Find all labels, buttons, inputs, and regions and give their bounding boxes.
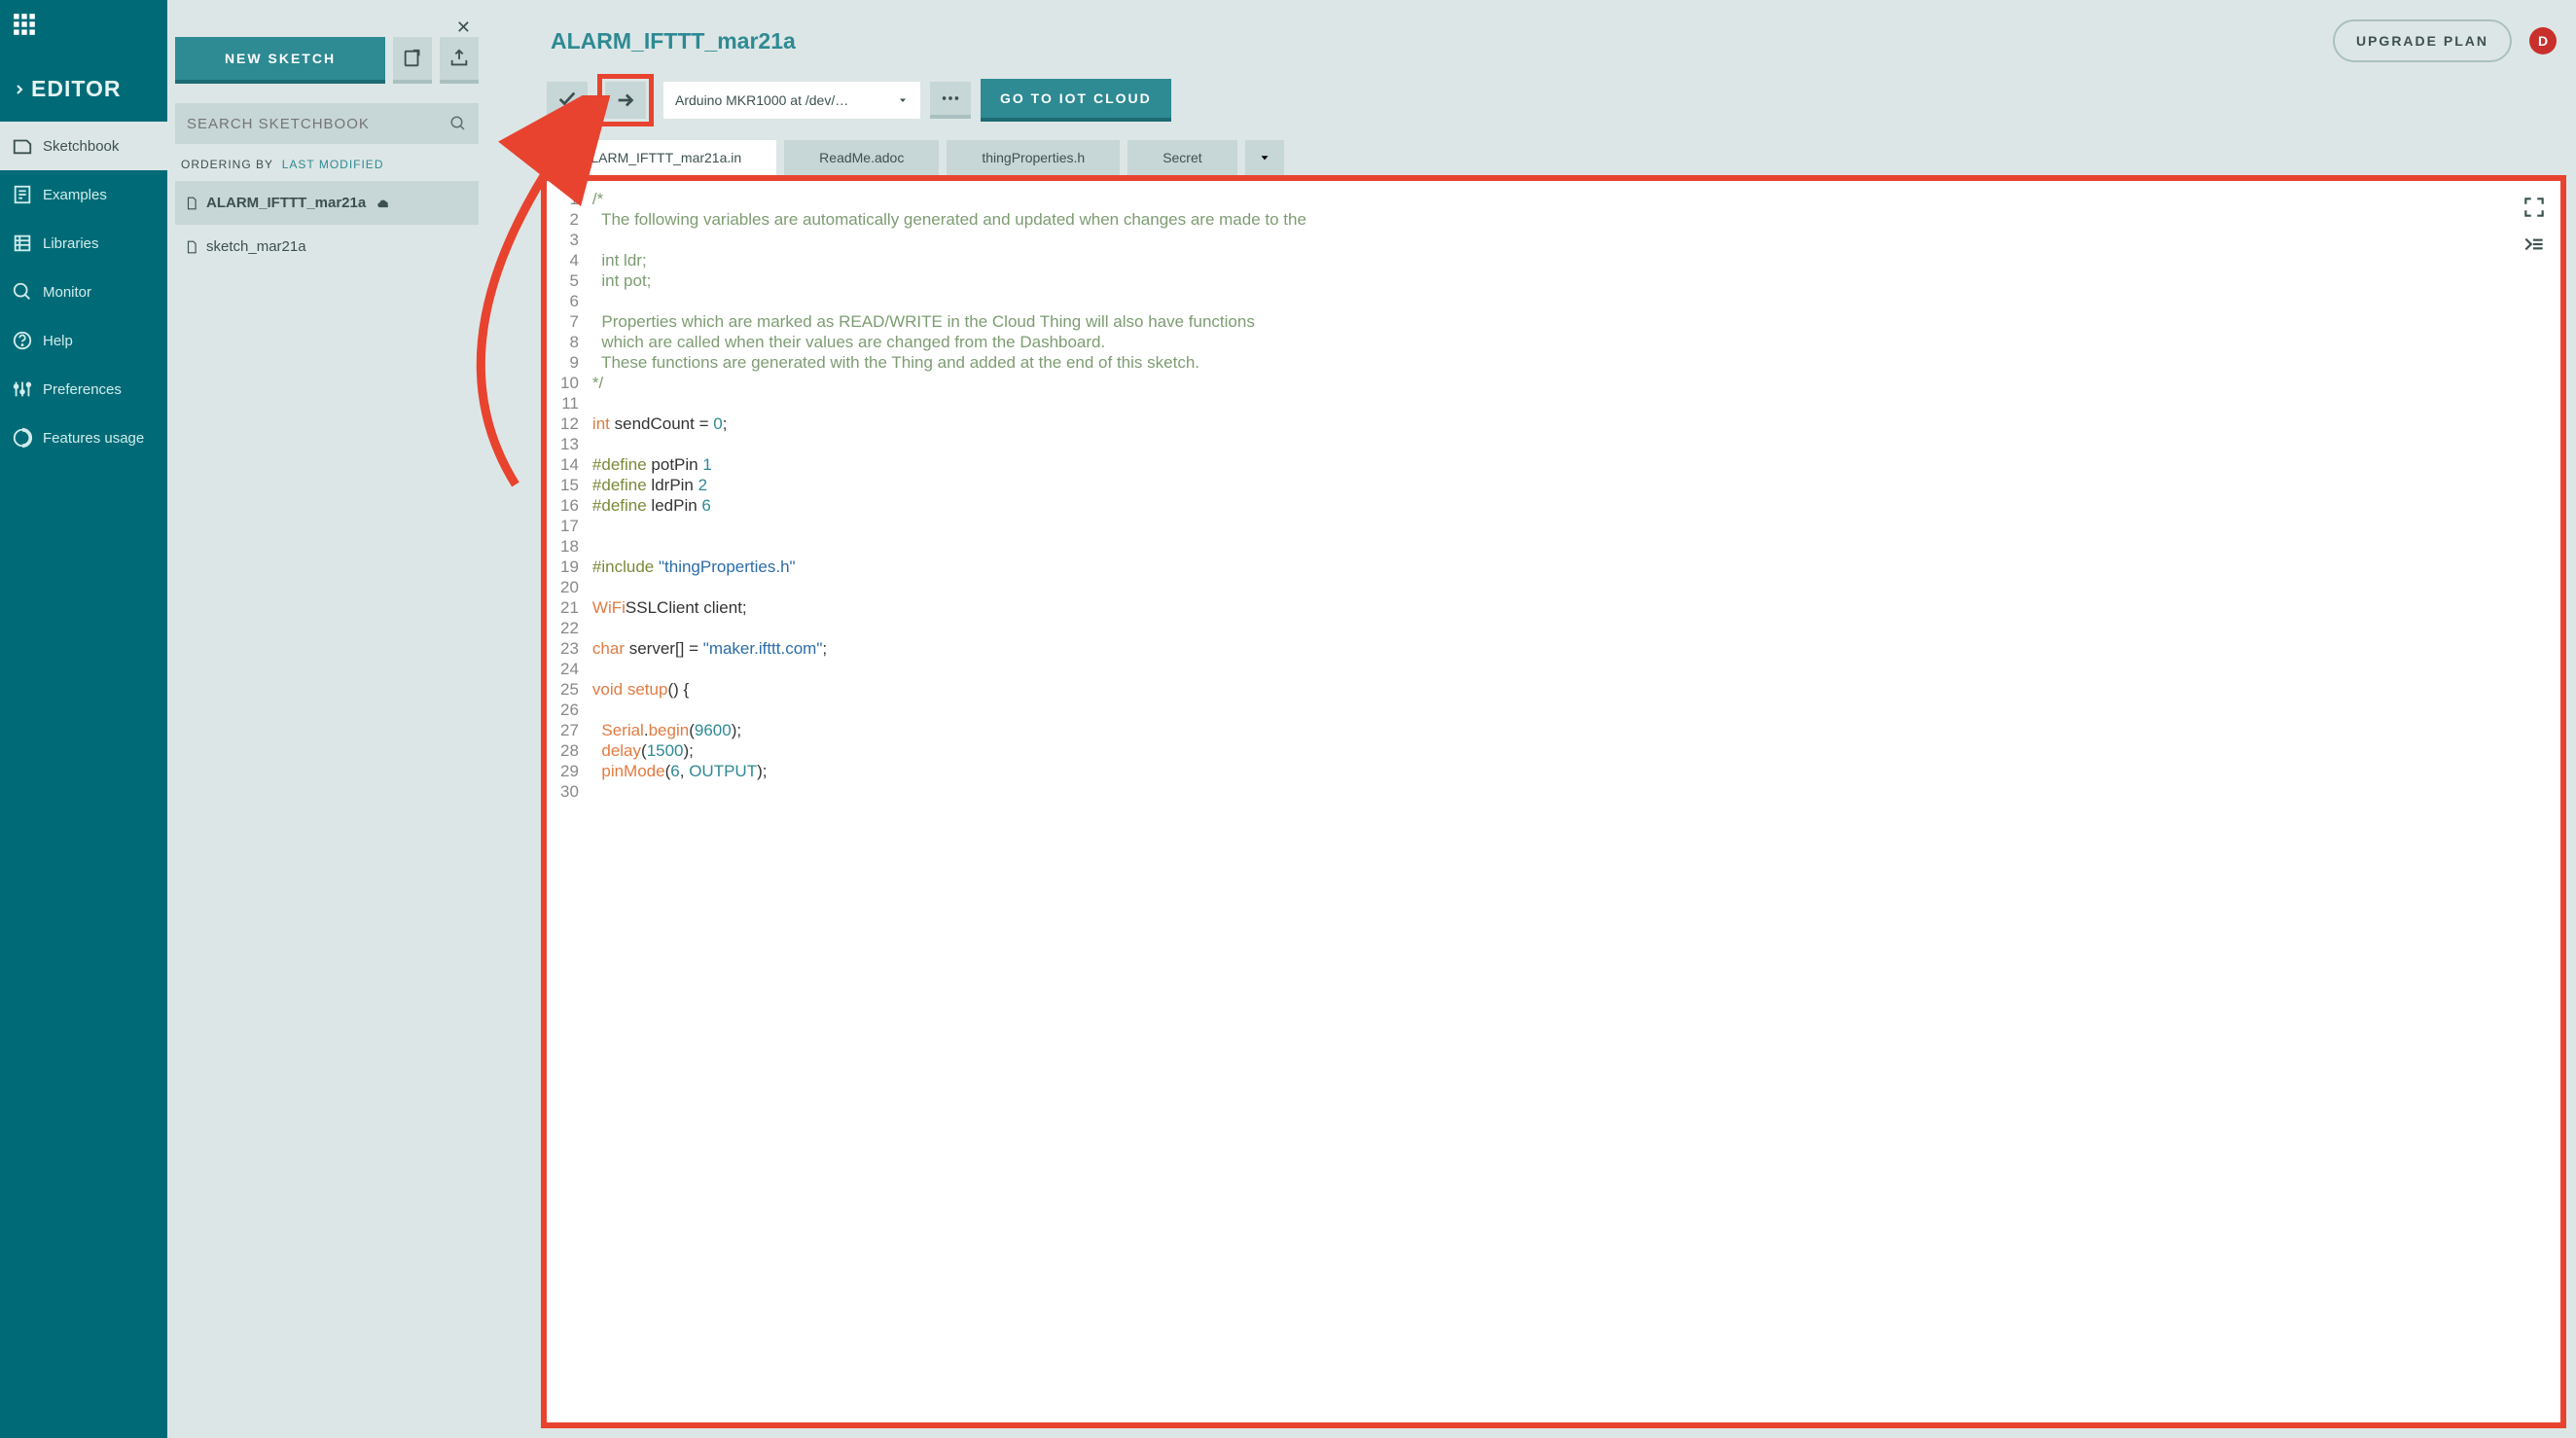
nav-item-sketchbook[interactable]: Sketchbook — [0, 122, 167, 170]
serial-monitor-button[interactable] — [2522, 232, 2547, 257]
ordering-label: ORDERING BY LAST MODIFIED — [175, 158, 479, 181]
nav-item-monitor[interactable]: Monitor — [0, 268, 167, 316]
file-icon — [185, 196, 198, 211]
ordering-toggle[interactable]: LAST MODIFIED — [282, 158, 384, 171]
tab[interactable]: thingProperties.h — [947, 140, 1120, 175]
upload-button[interactable] — [605, 82, 646, 119]
chevron-down-icon — [1258, 151, 1271, 164]
close-panel-button[interactable]: ✕ — [456, 18, 471, 38]
search-sketchbook[interactable] — [175, 103, 479, 144]
more-options-button[interactable] — [930, 82, 971, 119]
chevron-down-icon — [897, 94, 909, 106]
upload-highlight — [597, 74, 654, 126]
ellipsis-icon — [940, 88, 961, 109]
check-icon — [556, 88, 578, 109]
tabs-more-button[interactable] — [1245, 140, 1284, 175]
import-button[interactable] — [393, 37, 432, 84]
search-icon — [449, 115, 467, 132]
tab[interactable]: Secret — [1127, 140, 1236, 175]
code-content[interactable]: /* The following variables are automatic… — [585, 181, 2560, 1422]
sketchbook-panel: ✕ NEW SKETCH ORDERING BY LAST MODIFIED A… — [167, 0, 486, 1438]
upgrade-plan-button[interactable]: UPGRADE PLAN — [2333, 19, 2512, 62]
go-to-iot-cloud-button[interactable]: GO TO IOT CLOUD — [981, 79, 1171, 122]
export-button[interactable] — [440, 37, 479, 84]
nav-item-help[interactable]: Help — [0, 316, 167, 365]
board-selector[interactable]: Arduino MKR1000 at /dev/… — [663, 82, 920, 119]
new-sketch-button[interactable]: NEW SKETCH — [175, 37, 385, 84]
apps-menu-button[interactable] — [0, 0, 49, 49]
nav-item-preferences[interactable]: Preferences — [0, 365, 167, 413]
nav-item-libraries[interactable]: Libraries — [0, 219, 167, 268]
sketch-item[interactable]: sketch_mar21a — [175, 225, 479, 269]
sidebar: EDITOR SketchbookExamplesLibrariesMonito… — [0, 0, 167, 1438]
project-title[interactable]: ALARM_IFTTT_mar21a — [506, 28, 2333, 54]
arrow-right-icon — [615, 90, 636, 111]
nav-item-examples[interactable]: Examples — [0, 170, 167, 219]
editor-title: EDITOR — [0, 58, 167, 122]
user-avatar[interactable]: D — [2529, 27, 2557, 54]
tab[interactable]: ALARM_IFTTT_mar21a.in — [547, 140, 776, 175]
file-icon — [185, 239, 198, 255]
search-input[interactable] — [187, 116, 449, 132]
cloud-icon — [377, 196, 391, 211]
nav-item-features-usage[interactable]: Features usage — [0, 413, 167, 462]
fullscreen-button[interactable] — [2522, 195, 2547, 220]
tab[interactable]: ReadMe.adoc — [784, 140, 939, 175]
verify-button[interactable] — [547, 82, 588, 119]
fullscreen-icon — [2522, 195, 2547, 220]
serial-monitor-icon — [2522, 232, 2547, 257]
sketch-item[interactable]: ALARM_IFTTT_mar21a — [175, 181, 479, 225]
code-editor[interactable]: 1234567891011121314151617181920212223242… — [541, 175, 2566, 1428]
line-numbers: 1234567891011121314151617181920212223242… — [547, 181, 585, 1422]
main-area: ALARM_IFTTT_mar21a UPGRADE PLAN D Arduin… — [486, 0, 2576, 1438]
